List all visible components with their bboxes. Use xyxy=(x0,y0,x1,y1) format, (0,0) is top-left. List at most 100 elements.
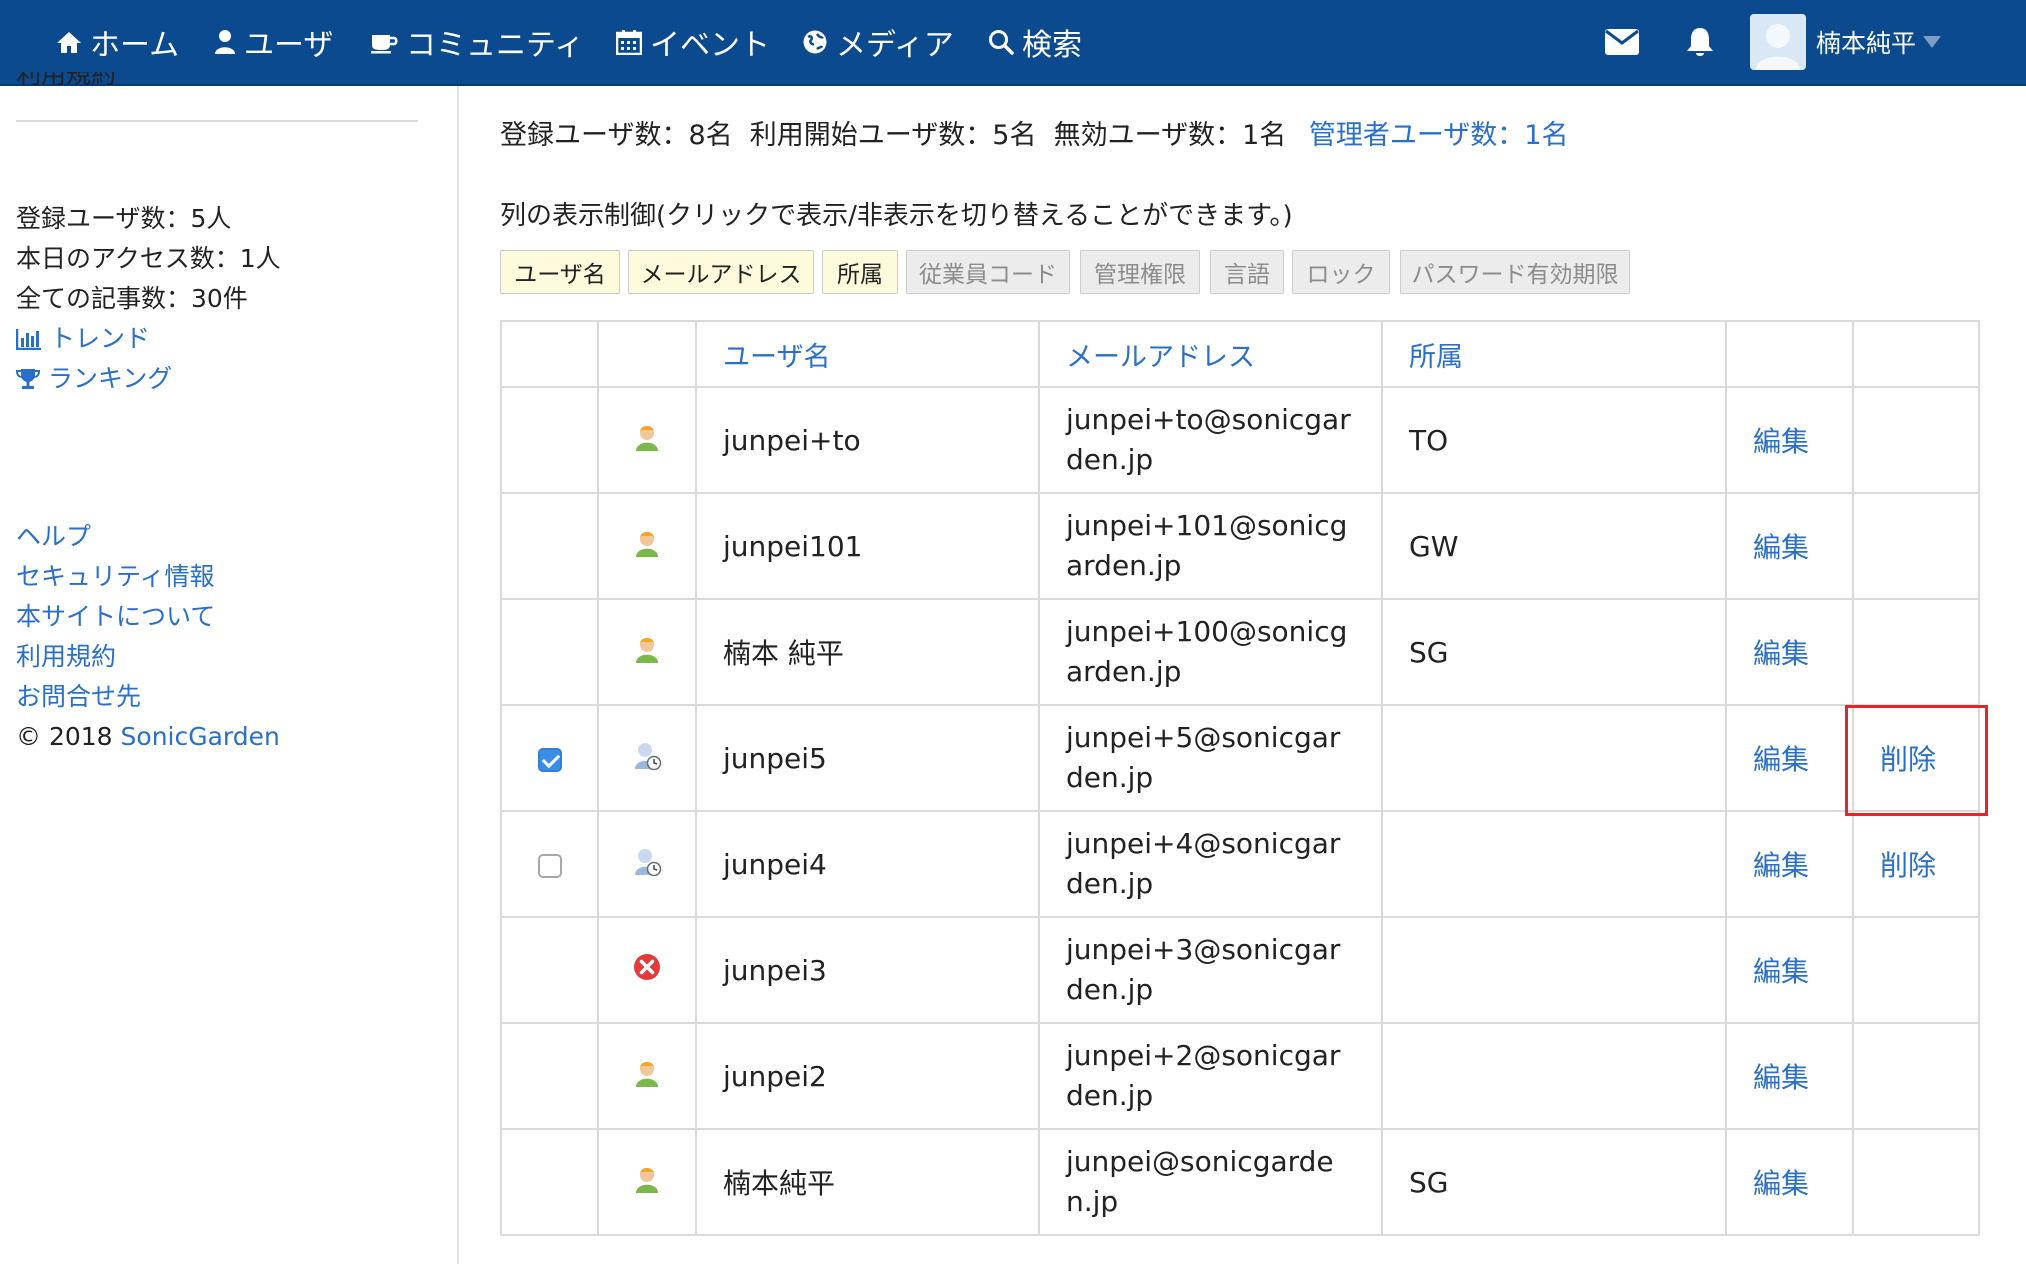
department-cell: SG xyxy=(1381,598,1727,706)
ranking-link[interactable]: ランキング xyxy=(16,362,172,396)
email-column-header[interactable]: メールアドレス xyxy=(1038,320,1383,388)
trend-link[interactable]: トレンド xyxy=(16,322,150,356)
toggle-lock-column[interactable]: ロック xyxy=(1292,250,1390,294)
copyright-prefix: © 2018 xyxy=(16,722,113,751)
status-cell xyxy=(597,598,697,706)
email-cell: junpei+100@sonicgarden.jp xyxy=(1038,598,1383,706)
toggle-password-expiry-column[interactable]: パスワード有効期限 xyxy=(1400,250,1630,294)
status-cell xyxy=(597,1128,697,1236)
avatar[interactable] xyxy=(1750,14,1806,70)
username-cell: junpei2 xyxy=(695,1022,1040,1130)
delete-cell xyxy=(1852,916,1980,1024)
email-cell: junpei+5@sonicgarden.jp xyxy=(1038,704,1383,812)
toggle-username-column[interactable]: ユーザ名 xyxy=(500,250,620,294)
contact-link[interactable]: お問合せ先 xyxy=(16,680,141,714)
edit-cell: 編集 xyxy=(1725,598,1854,706)
edit-link[interactable]: 編集 xyxy=(1753,637,1809,670)
caret-down-icon xyxy=(1923,36,1942,48)
table-row: junpei2 junpei+2@sonicgarden.jp 編集 xyxy=(500,1022,1980,1130)
select-cell xyxy=(500,810,599,918)
toggle-email-column[interactable]: メールアドレス xyxy=(628,250,814,294)
select-cell xyxy=(500,492,599,600)
row-select-checkbox[interactable] xyxy=(537,747,562,772)
messages-button[interactable] xyxy=(1602,22,1642,62)
column-control-label: 列の表示制御(クリックで表示/非表示を切り替えることができます。) xyxy=(500,201,1293,231)
table-row: 楠本純平 junpei@sonicgarden.jp SG 編集 xyxy=(500,1128,1980,1236)
delete-link[interactable]: 削除 xyxy=(1880,849,1936,882)
username-cell: 楠本 純平 xyxy=(695,598,1040,706)
edit-cell: 編集 xyxy=(1725,492,1854,600)
delete-column-header xyxy=(1852,320,1980,388)
notifications-button[interactable] xyxy=(1680,22,1720,62)
user-icon xyxy=(215,30,235,54)
admin-users-link[interactable]: 管理者ユーザ数：1名 xyxy=(1309,120,1569,151)
delete-cell xyxy=(1852,1128,1980,1236)
stat-articles: 全ての記事数：30件 xyxy=(16,284,248,313)
table-header-row: ユーザ名 メールアドレス 所属 xyxy=(500,320,1980,388)
edit-link[interactable]: 編集 xyxy=(1753,531,1809,564)
nav-events-label: イベント xyxy=(650,28,770,63)
ranking-label: ランキング xyxy=(48,364,173,393)
row-select-checkbox[interactable] xyxy=(537,853,562,878)
globe-icon xyxy=(803,30,827,54)
nav-media[interactable]: メディア xyxy=(802,0,954,84)
select-cell xyxy=(500,704,599,812)
table-row: junpei101 junpei+101@sonicgarden.jp GW 編集 xyxy=(500,492,1980,600)
edit-link[interactable]: 編集 xyxy=(1753,955,1809,988)
envelope-icon xyxy=(1605,29,1639,55)
search-icon xyxy=(989,30,1014,55)
edit-link[interactable]: 編集 xyxy=(1753,849,1809,882)
email-cell: junpei+to@sonicgarden.jp xyxy=(1038,386,1383,494)
department-cell xyxy=(1381,704,1727,812)
delete-cell xyxy=(1852,1022,1980,1130)
sidebar-divider xyxy=(457,86,459,1264)
toggle-admin-column[interactable]: 管理権限 xyxy=(1080,250,1200,294)
nav-events[interactable]: イベント xyxy=(616,0,770,84)
select-cell xyxy=(500,386,599,494)
table-row: junpei+to junpei+to@sonicgarden.jp TO 編集 xyxy=(500,386,1980,494)
nav-community[interactable]: コミュニティ xyxy=(370,0,584,84)
user-counts: 登録ユーザ数：8名 利用開始ユーザ数：5名 無効ユーザ数：1名 xyxy=(500,120,1287,151)
toggle-language-column[interactable]: 言語 xyxy=(1210,250,1284,294)
help-link[interactable]: ヘルプ xyxy=(16,520,91,554)
select-cell xyxy=(500,1022,599,1130)
security-info-link[interactable]: セキュリティ情報 xyxy=(16,560,215,594)
nav-media-label: メディア xyxy=(836,28,954,63)
sidebar-terms-link-cut[interactable]: 利用規約 xyxy=(16,72,116,100)
status-cell xyxy=(597,492,697,600)
username-cell: junpei101 xyxy=(695,492,1040,600)
active-user-icon xyxy=(636,531,658,557)
nav-users-label: ユーザ xyxy=(244,28,334,63)
select-cell xyxy=(500,916,599,1024)
nav-search[interactable]: 検索 xyxy=(988,0,1082,84)
email-cell: junpei@sonicgarden.jp xyxy=(1038,1128,1383,1236)
terms-link[interactable]: 利用規約 xyxy=(16,640,116,674)
edit-link[interactable]: 編集 xyxy=(1753,743,1809,776)
edit-link[interactable]: 編集 xyxy=(1753,1167,1809,1200)
copyright: © 2018 SonicGarden xyxy=(16,720,280,754)
nav-users[interactable]: ユーザ xyxy=(214,0,333,84)
toggle-employee-code-column[interactable]: 従業員コード xyxy=(906,250,1070,294)
table-body: junpei+to junpei+to@sonicgarden.jp TO 編集 jun… xyxy=(500,386,1980,1236)
nav-home-label: ホーム xyxy=(90,28,180,63)
status-cell xyxy=(597,704,697,812)
user-menu[interactable]: 楠本純平 xyxy=(1816,0,1942,84)
department-column-header[interactable]: 所属 xyxy=(1381,320,1727,388)
disabled-user-icon xyxy=(634,953,660,980)
edit-cell: 編集 xyxy=(1725,1128,1854,1236)
department-cell xyxy=(1381,1022,1727,1130)
toggle-department-column[interactable]: 所属 xyxy=(822,250,898,294)
user-table: ユーザ名 メールアドレス 所属 junpei+to junpei+to@sonic… xyxy=(500,320,1980,1236)
pending-user-icon xyxy=(635,742,662,770)
edit-cell: 編集 xyxy=(1725,916,1854,1024)
edit-link[interactable]: 編集 xyxy=(1753,425,1809,458)
department-cell xyxy=(1381,916,1727,1024)
edit-link[interactable]: 編集 xyxy=(1753,1061,1809,1094)
about-link[interactable]: 本サイトについて xyxy=(16,600,215,634)
username-cell: junpei3 xyxy=(695,916,1040,1024)
email-cell: junpei+101@sonicgarden.jp xyxy=(1038,492,1383,600)
status-column-header xyxy=(597,320,697,388)
username-column-header[interactable]: ユーザ名 xyxy=(695,320,1040,388)
company-link[interactable]: SonicGarden xyxy=(121,722,280,751)
top-navbar: ホーム ユーザ コミュニティ イベント メディア 検索 楠本純平 xyxy=(0,0,2026,86)
